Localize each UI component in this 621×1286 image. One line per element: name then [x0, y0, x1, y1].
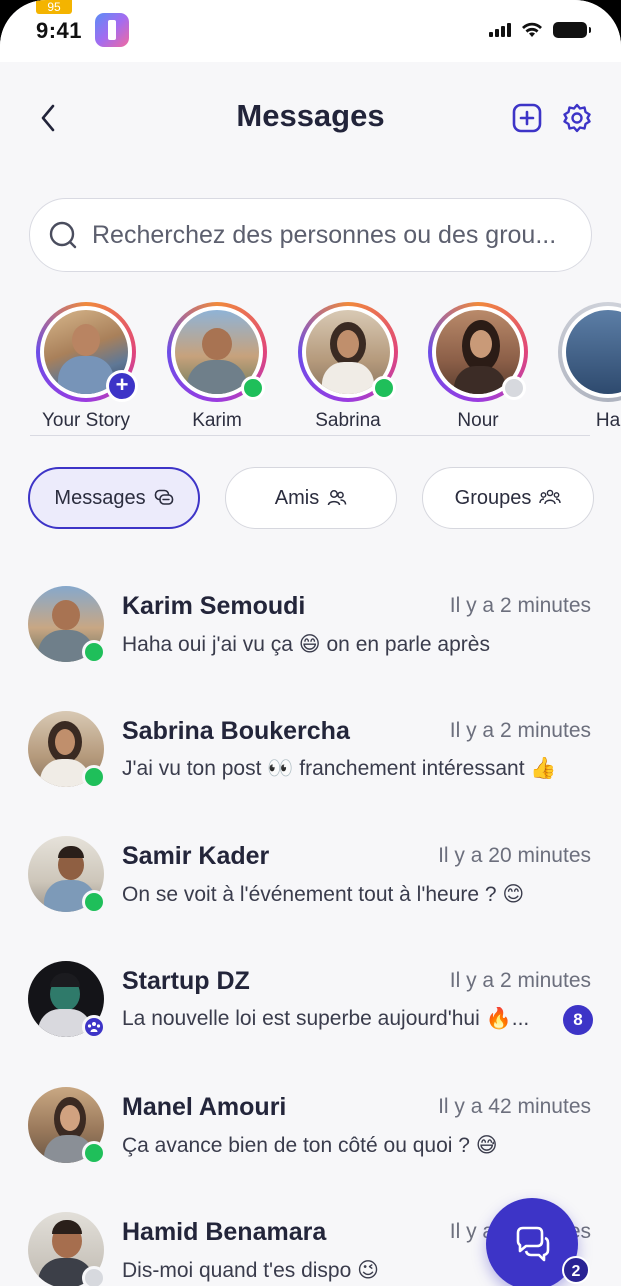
story-name: Karim: [192, 410, 242, 431]
tab-label: Messages: [54, 486, 146, 509]
conversation-name: Startup DZ: [122, 967, 250, 995]
online-indicator: [82, 1141, 106, 1165]
story-name: Sabrina: [315, 410, 381, 431]
fab-badge: 2: [562, 1256, 590, 1284]
status-time: 9:41: [36, 18, 83, 43]
settings-button[interactable]: [559, 100, 595, 136]
conversation-row[interactable]: Startup DZ Il y a 2 minutes La nouvelle …: [0, 961, 621, 1071]
avatar: [566, 310, 621, 394]
online-indicator: [82, 890, 106, 914]
story-name: Your Story: [41, 410, 130, 431]
conversation-time: Il y a 2 minutes: [449, 594, 591, 617]
status-indicators: [489, 22, 591, 38]
story-karim[interactable]: Karim: [165, 302, 269, 432]
header: Messages: [0, 80, 621, 156]
tab-amis[interactable]: Amis: [225, 467, 397, 529]
conversation-name: Karim Semoudi: [122, 592, 306, 620]
battery-percent-tag: 95: [36, 0, 72, 14]
add-story-button[interactable]: +: [106, 370, 138, 402]
phone-screen: 95 9:41 Messages Recherchez des personne…: [0, 0, 621, 1286]
story-ring: [167, 302, 267, 402]
offline-indicator: [82, 1266, 106, 1286]
group-icon: [539, 489, 562, 505]
tab-label: Groupes: [454, 486, 532, 509]
conversation-row[interactable]: Sabrina Boukercha Il y a 2 minutes J'ai …: [0, 711, 621, 821]
users-icon: [327, 490, 347, 506]
plus-square-icon: [512, 103, 542, 133]
story-ring: +: [36, 302, 138, 402]
conversation-preview: Ça avance bien de ton côté ou quoi ? 😅: [122, 1134, 498, 1157]
status-bar: 95 9:41: [0, 0, 621, 62]
online-indicator: [82, 765, 106, 789]
search-bar[interactable]: Recherchez des personnes ou des grou...: [29, 198, 592, 272]
tab-label: Amis: [274, 486, 320, 509]
signal-icon: [489, 23, 511, 37]
wifi-icon: [522, 22, 542, 37]
chat-bubbles-icon: [516, 1226, 550, 1262]
story-ring: [298, 302, 398, 402]
conversation-name: Hamid Benamara: [122, 1218, 327, 1246]
conversation-row[interactable]: Samir Kader Il y a 20 minutes On se voit…: [0, 836, 621, 946]
conversation-preview: J'ai vu ton post 👀 franchement intéressa…: [122, 757, 557, 780]
group-icon: [87, 1022, 101, 1032]
chat-bubbles-icon: [154, 489, 173, 505]
conversation-row[interactable]: Manel Amouri Il y a 42 minutes Ça avance…: [0, 1087, 621, 1197]
conversation-preview: Haha oui j'ai vu ça 😄 on en parle après: [122, 633, 490, 656]
online-indicator: [372, 376, 396, 400]
conversation-time: Il y a 2 minutes: [449, 969, 591, 992]
conversation-name: Sabrina Boukercha: [122, 717, 350, 745]
story-name: Ha: [595, 410, 621, 431]
conversation-preview: On se voit à l'événement tout à l'heure …: [122, 883, 525, 906]
offline-indicator: [502, 376, 526, 400]
tab-messages[interactable]: Messages: [28, 467, 200, 529]
stories-row: + Your Story Karim Sabrina Nour Ha: [0, 302, 621, 436]
unread-badge: 8: [563, 1005, 593, 1035]
conversation-row[interactable]: Karim Semoudi Il y a 2 minutes Haha oui …: [0, 586, 621, 696]
story-nour[interactable]: Nour: [426, 302, 530, 432]
story-sabrina[interactable]: Sabrina: [296, 302, 400, 432]
gear-icon: [563, 103, 591, 133]
new-message-button[interactable]: [509, 100, 545, 136]
conversation-preview: La nouvelle loi est superbe aujourd'hui …: [122, 1007, 530, 1030]
story-ring: [558, 302, 621, 402]
online-indicator: [241, 376, 265, 400]
story-your-story[interactable]: + Your Story: [34, 302, 138, 432]
online-indicator: [82, 640, 106, 664]
story-name: Nour: [457, 410, 499, 431]
tab-groupes[interactable]: Groupes: [422, 467, 594, 529]
conversation-name: Manel Amouri: [122, 1093, 287, 1121]
story-ha[interactable]: Ha: [556, 302, 621, 432]
divider: [30, 435, 590, 436]
story-ring: [428, 302, 528, 402]
search-input[interactable]: Recherchez des personnes ou des grou...: [92, 221, 572, 250]
conversation-time: Il y a 2 minutes: [449, 719, 591, 742]
app-logo-icon: [95, 13, 129, 47]
conversation-name: Samir Kader: [122, 842, 270, 870]
group-indicator: [82, 1015, 106, 1039]
search-icon: [49, 221, 77, 249]
conversation-time: Il y a 20 minutes: [438, 844, 591, 867]
conversation-time: Il y a 42 minutes: [438, 1095, 591, 1118]
battery-icon: [553, 22, 591, 38]
